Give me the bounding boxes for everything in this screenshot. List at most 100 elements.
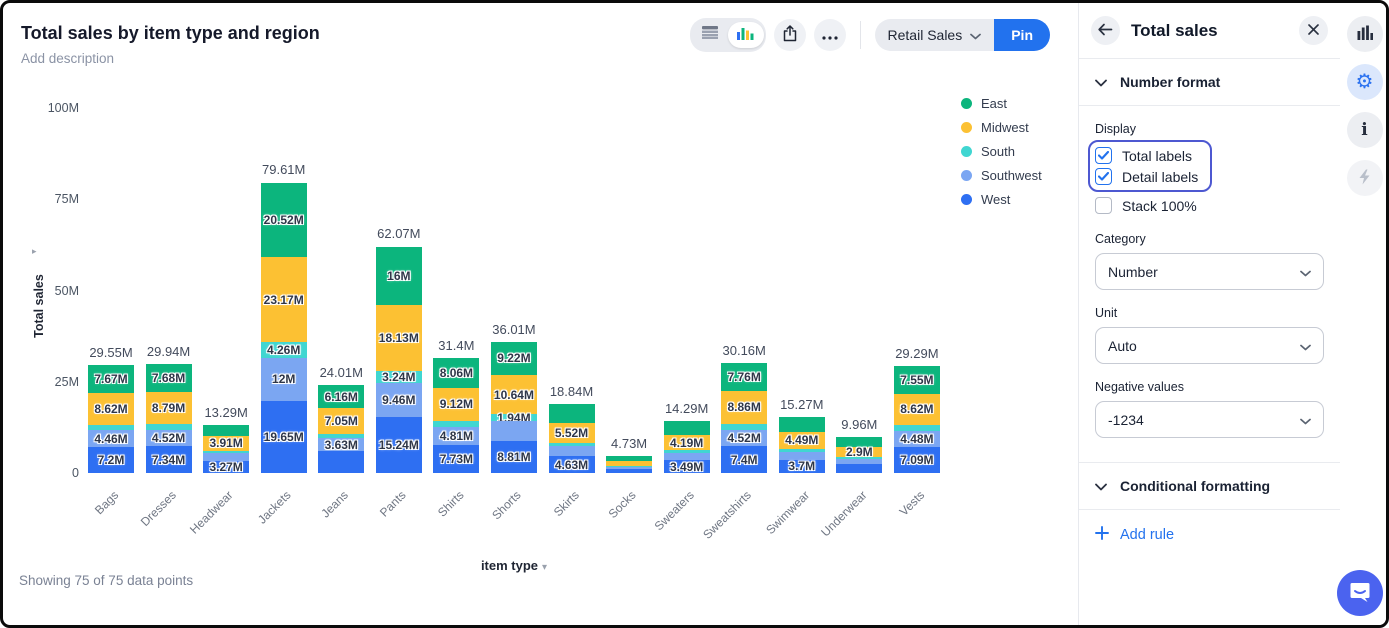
stack-100-checkbox[interactable]	[1095, 197, 1112, 214]
segment-southwest[interactable]	[549, 446, 595, 456]
segment-midwest[interactable]: 23.17M	[261, 257, 307, 342]
segment-east[interactable]: 20.52M	[261, 183, 307, 258]
segment-west[interactable]: 3.49M	[664, 460, 710, 473]
legend-label: South	[981, 144, 1015, 159]
segment-midwest[interactable]: 2.9M	[836, 447, 882, 458]
close-panel-button[interactable]	[1299, 16, 1328, 45]
total-labels-checkbox[interactable]	[1095, 147, 1112, 164]
table-view-toggle[interactable]	[692, 22, 728, 48]
segment-midwest[interactable]: 8.62M	[894, 394, 940, 426]
segment-east[interactable]: 7.67M	[88, 365, 134, 393]
segment-south[interactable]: 1.94M	[491, 414, 537, 421]
bar-total-label: 9.96M	[841, 417, 877, 432]
segment-southwest[interactable]	[491, 421, 537, 441]
legend-item-east[interactable]: East	[961, 91, 1042, 115]
pin-button[interactable]: Pin	[994, 19, 1050, 51]
dataset-selector[interactable]: Retail Sales	[875, 19, 995, 51]
segment-midwest[interactable]: 4.49M	[779, 432, 825, 448]
segment-midwest[interactable]: 8.79M	[146, 392, 192, 424]
stack-100-option[interactable]: Stack 100%	[1095, 195, 1324, 216]
segment-west[interactable]	[606, 469, 652, 473]
segment-west[interactable]: 15.24M	[376, 417, 422, 473]
detail-labels-checkbox[interactable]	[1095, 168, 1112, 185]
segment-southwest[interactable]: 4.46M	[88, 430, 134, 446]
segment-west[interactable]: 3.27M	[203, 461, 249, 473]
segment-midwest[interactable]: 4.19M	[664, 435, 710, 450]
segment-east[interactable]: 7.76M	[721, 363, 767, 391]
chevron-down-icon	[1095, 478, 1107, 494]
segment-west[interactable]: 7.09M	[894, 447, 940, 473]
segment-west[interactable]: 7.34M	[146, 446, 192, 473]
chart-view-toggle[interactable]	[728, 22, 764, 48]
segment-midwest[interactable]: 3.91M	[203, 436, 249, 450]
segment-east[interactable]	[549, 404, 595, 422]
bar-total-label: 36.01M	[492, 322, 535, 337]
section-number-format[interactable]: Number format	[1079, 59, 1340, 105]
legend-item-west[interactable]: West	[961, 187, 1042, 211]
settings-tab-active[interactable]: ⚙	[1347, 64, 1383, 100]
segment-detail-label: 3.24M	[382, 370, 415, 384]
segment-southwest[interactable]: 4.81M	[433, 427, 479, 445]
unit-select[interactable]: Auto	[1095, 327, 1324, 364]
segment-south[interactable]: 4.26M	[261, 342, 307, 358]
segment-midwest[interactable]: 7.05M	[318, 408, 364, 434]
total-labels-option[interactable]: Total labels	[1095, 145, 1198, 166]
category-select[interactable]: Number	[1095, 253, 1324, 290]
segment-east[interactable]: 6.16M	[318, 385, 364, 408]
segment-midwest[interactable]: 5.52M	[549, 423, 595, 443]
back-button[interactable]	[1091, 16, 1120, 45]
segment-west[interactable]: 7.4M	[721, 446, 767, 473]
segment-west[interactable]: 4.63M	[549, 456, 595, 473]
segment-detail-label: 12M	[272, 372, 295, 386]
segment-east[interactable]: 7.55M	[894, 366, 940, 394]
legend-item-south[interactable]: South	[961, 139, 1042, 163]
chart-description-placeholder[interactable]: Add description	[21, 51, 114, 66]
add-rule-button[interactable]: Add rule	[1079, 510, 1340, 560]
ellipsis-icon	[822, 28, 838, 43]
segment-west[interactable]: 3.7M	[779, 460, 825, 474]
segment-midwest[interactable]: 9.12M	[433, 388, 479, 421]
segment-west[interactable]: 8.81M	[491, 441, 537, 473]
segment-west[interactable]: 7.2M	[88, 447, 134, 473]
section-conditional-formatting[interactable]: Conditional formatting	[1079, 463, 1340, 509]
detail-labels-option[interactable]: Detail labels	[1095, 166, 1198, 187]
segment-west[interactable]	[836, 464, 882, 474]
segment-east[interactable]: 9.22M	[491, 342, 537, 376]
segment-east[interactable]	[203, 425, 249, 437]
segment-midwest[interactable]: 10.64M	[491, 375, 537, 414]
segment-midwest[interactable]: 8.62M	[88, 393, 134, 425]
segment-southwest[interactable]: 9.46M	[376, 383, 422, 418]
segment-east[interactable]: 7.68M	[146, 364, 192, 392]
legend-item-midwest[interactable]: Midwest	[961, 115, 1042, 139]
bar-total-label: 79.61M	[262, 162, 305, 177]
negative-values-select[interactable]: -1234	[1095, 401, 1324, 438]
segment-west[interactable]	[318, 451, 364, 473]
segment-east[interactable]: 16M	[376, 247, 422, 305]
chart-settings-tab[interactable]	[1347, 16, 1383, 52]
share-button[interactable]	[774, 19, 806, 51]
segment-southwest[interactable]: 4.48M	[894, 431, 940, 447]
segment-east[interactable]	[779, 417, 825, 432]
segment-east[interactable]: 8.06M	[433, 358, 479, 387]
info-tab[interactable]: i	[1347, 112, 1383, 148]
segment-midwest[interactable]: 8.86M	[721, 391, 767, 423]
legend-item-southwest[interactable]: Southwest	[961, 163, 1042, 187]
lightning-icon	[1358, 169, 1371, 188]
chat-launcher-button[interactable]	[1337, 570, 1383, 616]
x-axis-label: Shirts	[435, 488, 467, 520]
segment-southwest[interactable]: 12M	[261, 358, 307, 402]
segment-east[interactable]	[664, 421, 710, 435]
more-options-button[interactable]	[814, 19, 846, 51]
segment-south[interactable]: 3.24M	[376, 371, 422, 383]
segment-midwest[interactable]: 18.13M	[376, 305, 422, 371]
actions-tab[interactable]	[1347, 160, 1383, 196]
legend-dot-south	[961, 146, 972, 157]
segment-west[interactable]: 7.73M	[433, 445, 479, 473]
segment-west[interactable]: 19.65M	[261, 401, 307, 473]
stack-100-option-label: Stack 100%	[1122, 198, 1197, 214]
x-axis-title[interactable]: item type▾	[88, 558, 940, 573]
segment-southwest[interactable]: 4.52M	[721, 430, 767, 447]
category-label: Category	[1095, 232, 1324, 246]
segment-southwest[interactable]: 3.63M	[318, 438, 364, 451]
segment-southwest[interactable]: 4.52M	[146, 430, 192, 447]
